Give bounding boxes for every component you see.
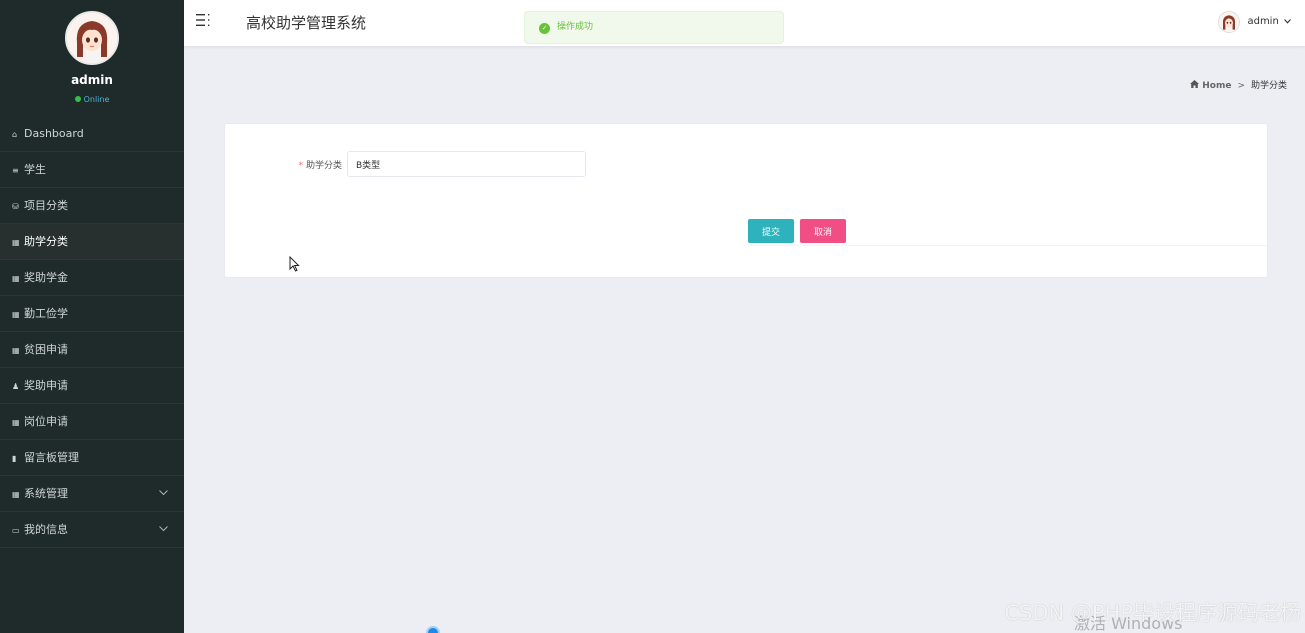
breadcrumb-separator: > (1237, 81, 1245, 91)
sidebar-item-label: 贫困申请 (24, 343, 68, 356)
floating-indicator-icon[interactable] (426, 626, 440, 633)
list-icon: ≡ (12, 166, 19, 175)
submit-button[interactable]: 提交 (748, 219, 794, 243)
aid-category-input[interactable] (347, 151, 586, 177)
aid-category-label-text: 助学分类 (305, 161, 342, 171)
sidebar-item-scholarship[interactable]: ▦ 奖助学金 (0, 260, 184, 296)
sidebar-item-job-application[interactable]: ▦ 岗位申请 (0, 404, 184, 440)
avatar-illustration-icon (67, 13, 117, 63)
avatar (1218, 11, 1241, 33)
sidebar-item-label: 留言板管理 (24, 451, 79, 464)
bar-chart-icon: ▮ (12, 454, 17, 463)
success-toast: ✓ 操作成功 (524, 11, 784, 44)
sidebar-item-my-info[interactable]: ▭ 我的信息 (0, 512, 184, 548)
sidebar-item-label: 系统管理 (24, 487, 68, 500)
status-dot-icon (74, 96, 81, 102)
sidebar-item-label: 我的信息 (24, 523, 68, 536)
chevron-down-icon (159, 512, 168, 547)
sidebar-item-aid-category[interactable]: ▦ 助学分类 (0, 224, 184, 260)
grid-icon: ▦ (12, 490, 20, 499)
sidebar-item-message-board[interactable]: ▮ 留言板管理 (0, 440, 184, 476)
avatar-illustration-icon (1219, 12, 1240, 32)
sidebar-menu: ⌂ Dashboard ≡ 学生 ⛁ 项目分类 ▦ 助学分类 ▦ 奖助学金 ▦ 勤工俭学 ▦… (0, 116, 184, 548)
sidebar-item-label: 奖助申请 (24, 379, 68, 392)
grid-icon: ▦ (12, 346, 20, 355)
profile-username: admin (71, 73, 113, 87)
aid-category-label: * 助学分类 (280, 158, 342, 171)
breadcrumb-current: 助学分类 (1250, 81, 1287, 91)
required-marker: * (298, 161, 303, 171)
home-icon: ⌂ (12, 130, 18, 139)
sidebar-item-work-study[interactable]: ▦ 勤工俭学 (0, 296, 184, 332)
grid-icon: ▦ (12, 274, 20, 283)
online-status: Online (0, 95, 184, 104)
sidebar-item-label: 勤工俭学 (24, 307, 68, 320)
mouse-cursor-icon (289, 255, 301, 272)
csdn-watermark: CSDN @PHP毕设程序源码老杨 (1004, 601, 1301, 625)
sidebar-item-label: 奖助学金 (24, 271, 68, 284)
sidebar-item-label: 岗位申请 (24, 415, 68, 428)
user-icon: ♟ (12, 382, 20, 391)
app-title: 高校助学管理系统 (246, 14, 367, 32)
table-icon: ▦ (12, 310, 20, 319)
chevron-down-icon (1284, 17, 1291, 26)
avatar[interactable] (65, 11, 119, 65)
breadcrumb: Home > 助学分类 (1190, 78, 1287, 91)
home-icon (1190, 80, 1202, 91)
menu-toggle-icon[interactable] (196, 12, 212, 32)
sidebar-item-label: 项目分类 (24, 199, 68, 212)
sidebar-item-dashboard[interactable]: ⌂ Dashboard (0, 116, 184, 152)
sidebar-item-label: Dashboard (24, 127, 84, 140)
sidebar: admin Online ⌂ Dashboard ≡ 学生 ⛁ 项目分类 ▦ 助学分类 … (0, 0, 184, 633)
divider (748, 245, 1267, 246)
profile-section: admin Online (0, 0, 184, 116)
check-circle-icon: ✓ (539, 23, 550, 34)
grid-icon: ▦ (12, 418, 20, 427)
chevron-down-icon (159, 476, 168, 511)
sidebar-item-project-category[interactable]: ⛁ 项目分类 (0, 188, 184, 224)
sidebar-item-aid-application[interactable]: ♟ 奖助申请 (0, 368, 184, 404)
sidebar-item-label: 学生 (24, 163, 46, 176)
toast-message: 操作成功 (557, 22, 594, 32)
grid-icon: ▦ (12, 238, 20, 247)
online-status-label: Online (83, 95, 110, 104)
id-card-icon: ▭ (12, 526, 20, 535)
form-card: *助学分类 提交 取消 (225, 124, 1267, 277)
user-dropdown[interactable]: admin (1218, 11, 1291, 33)
header-username: admin (1247, 16, 1279, 27)
database-icon: ⛁ (12, 202, 19, 211)
cancel-button[interactable]: 取消 (800, 219, 846, 243)
sidebar-item-students[interactable]: ≡ 学生 (0, 152, 184, 188)
breadcrumb-home-link[interactable]: Home (1202, 81, 1231, 91)
sidebar-item-poverty-application[interactable]: ▦ 贫困申请 (0, 332, 184, 368)
sidebar-item-system-management[interactable]: ▦ 系统管理 (0, 476, 184, 512)
sidebar-item-label: 助学分类 (24, 235, 68, 248)
